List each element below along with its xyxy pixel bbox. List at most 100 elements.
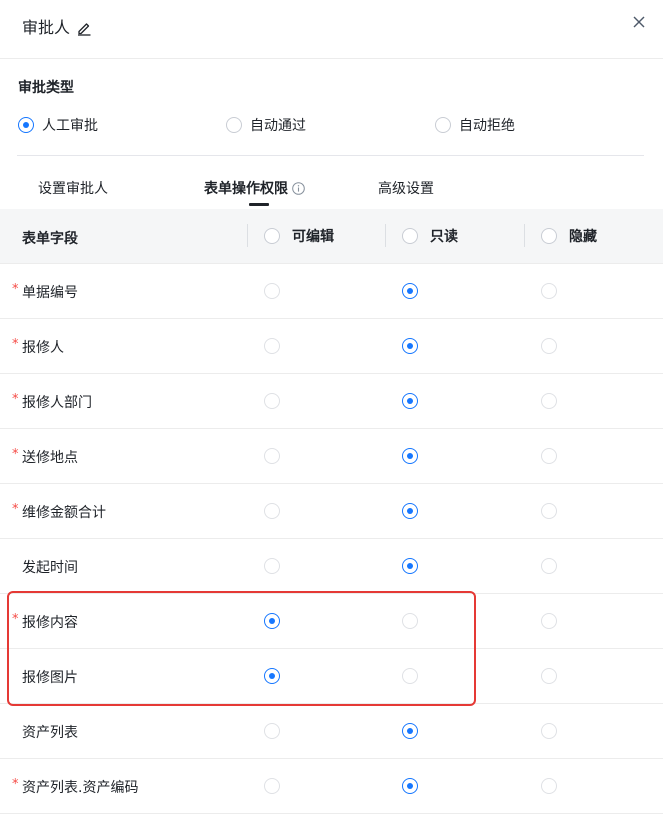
editable-radio[interactable] xyxy=(264,723,280,739)
approval-type-label: 审批类型 xyxy=(18,80,74,96)
table-row: * 单据编号 xyxy=(0,264,663,319)
hidden-cell[interactable] xyxy=(541,723,557,743)
header-field: 表单字段 xyxy=(22,231,78,247)
hidden-cell[interactable] xyxy=(541,778,557,798)
hidden-radio[interactable] xyxy=(541,668,557,684)
readonly-radio[interactable] xyxy=(402,668,418,684)
header-hidden[interactable]: 隐藏 xyxy=(541,209,597,263)
tab-form-permissions[interactable]: 表单操作权限 xyxy=(204,178,305,198)
tab-active-indicator xyxy=(249,203,269,206)
info-icon[interactable] xyxy=(292,182,305,195)
readonly-cell[interactable] xyxy=(402,448,418,468)
radio-auto-pass[interactable] xyxy=(226,117,242,133)
required-mark: * xyxy=(12,612,19,627)
close-icon[interactable] xyxy=(631,14,647,30)
hidden-radio[interactable] xyxy=(541,338,557,354)
editable-radio[interactable] xyxy=(264,613,280,629)
hidden-radio[interactable] xyxy=(541,448,557,464)
editable-cell[interactable] xyxy=(264,778,280,798)
readonly-cell[interactable] xyxy=(402,668,418,688)
hidden-cell[interactable] xyxy=(541,503,557,523)
table-row: * 报修人 xyxy=(0,319,663,374)
select-all-hidden-radio[interactable] xyxy=(541,228,557,244)
editable-cell[interactable] xyxy=(264,448,280,468)
radio-manual[interactable] xyxy=(18,117,34,133)
hidden-cell[interactable] xyxy=(541,393,557,413)
required-mark: * xyxy=(12,447,19,462)
header-readonly[interactable]: 只读 xyxy=(402,209,458,263)
editable-radio[interactable] xyxy=(264,558,280,574)
readonly-cell[interactable] xyxy=(402,613,418,633)
readonly-radio[interactable] xyxy=(402,448,418,464)
readonly-radio[interactable] xyxy=(402,558,418,574)
readonly-cell[interactable] xyxy=(402,338,418,358)
readonly-cell[interactable] xyxy=(402,558,418,578)
header-editable[interactable]: 可编辑 xyxy=(264,209,334,263)
edit-icon[interactable] xyxy=(76,20,92,36)
tab-advanced-settings[interactable]: 高级设置 xyxy=(378,178,434,198)
approval-auto-pass-option[interactable]: 自动通过 xyxy=(226,115,306,135)
editable-cell[interactable] xyxy=(264,558,280,578)
hidden-cell[interactable] xyxy=(541,283,557,303)
editable-radio[interactable] xyxy=(264,393,280,409)
editable-cell[interactable] xyxy=(264,393,280,413)
tab-label: 高级设置 xyxy=(378,181,434,197)
hidden-radio[interactable] xyxy=(541,558,557,574)
tabs: 设置审批人 表单操作权限 高级设置 xyxy=(0,170,663,206)
editable-radio[interactable] xyxy=(264,283,280,299)
select-all-readonly-radio[interactable] xyxy=(402,228,418,244)
readonly-cell[interactable] xyxy=(402,778,418,798)
editable-cell[interactable] xyxy=(264,283,280,303)
editable-radio[interactable] xyxy=(264,778,280,794)
readonly-cell[interactable] xyxy=(402,393,418,413)
header-separator xyxy=(524,224,525,247)
hidden-cell[interactable] xyxy=(541,338,557,358)
readonly-radio[interactable] xyxy=(402,503,418,519)
title-text: 审批人 xyxy=(22,18,71,37)
editable-cell[interactable] xyxy=(264,338,280,358)
editable-radio[interactable] xyxy=(264,338,280,354)
approval-manual-option[interactable]: 人工审批 xyxy=(18,115,98,135)
editable-cell[interactable] xyxy=(264,723,280,743)
hidden-radio[interactable] xyxy=(541,613,557,629)
option-label-auto-reject: 自动拒绝 xyxy=(459,118,515,134)
hidden-radio[interactable] xyxy=(541,723,557,739)
readonly-cell[interactable] xyxy=(402,283,418,303)
field-name: 报修图片 xyxy=(22,670,78,686)
hidden-cell[interactable] xyxy=(541,448,557,468)
editable-radio[interactable] xyxy=(264,503,280,519)
drawer-header: 审批人 xyxy=(0,0,663,59)
hidden-cell[interactable] xyxy=(541,668,557,688)
hidden-cell[interactable] xyxy=(541,613,557,633)
readonly-radio[interactable] xyxy=(402,613,418,629)
readonly-radio[interactable] xyxy=(402,778,418,794)
hidden-radio[interactable] xyxy=(541,778,557,794)
approval-auto-reject-option[interactable]: 自动拒绝 xyxy=(435,115,515,135)
field-name: 送修地点 xyxy=(22,450,78,466)
hidden-radio[interactable] xyxy=(541,393,557,409)
field-name: 资产列表 xyxy=(22,725,78,741)
field-name: 单据编号 xyxy=(22,285,78,301)
hidden-radio[interactable] xyxy=(541,283,557,299)
tab-set-approver[interactable]: 设置审批人 xyxy=(38,178,108,198)
editable-radio[interactable] xyxy=(264,668,280,684)
readonly-radio[interactable] xyxy=(402,283,418,299)
option-label-auto-pass: 自动通过 xyxy=(250,118,306,134)
editable-cell[interactable] xyxy=(264,613,280,633)
hidden-radio[interactable] xyxy=(541,503,557,519)
tab-label: 设置审批人 xyxy=(38,181,108,197)
readonly-cell[interactable] xyxy=(402,723,418,743)
select-all-editable-radio[interactable] xyxy=(264,228,280,244)
readonly-radio[interactable] xyxy=(402,393,418,409)
editable-cell[interactable] xyxy=(264,668,280,688)
field-name: 报修内容 xyxy=(22,615,78,631)
readonly-radio[interactable] xyxy=(402,723,418,739)
editable-radio[interactable] xyxy=(264,448,280,464)
hidden-cell[interactable] xyxy=(541,558,557,578)
field-name: 资产列表.资产编码 xyxy=(22,780,139,796)
table-row: * 维修金额合计 xyxy=(0,484,663,539)
readonly-radio[interactable] xyxy=(402,338,418,354)
editable-cell[interactable] xyxy=(264,503,280,523)
radio-auto-reject[interactable] xyxy=(435,117,451,133)
readonly-cell[interactable] xyxy=(402,503,418,523)
